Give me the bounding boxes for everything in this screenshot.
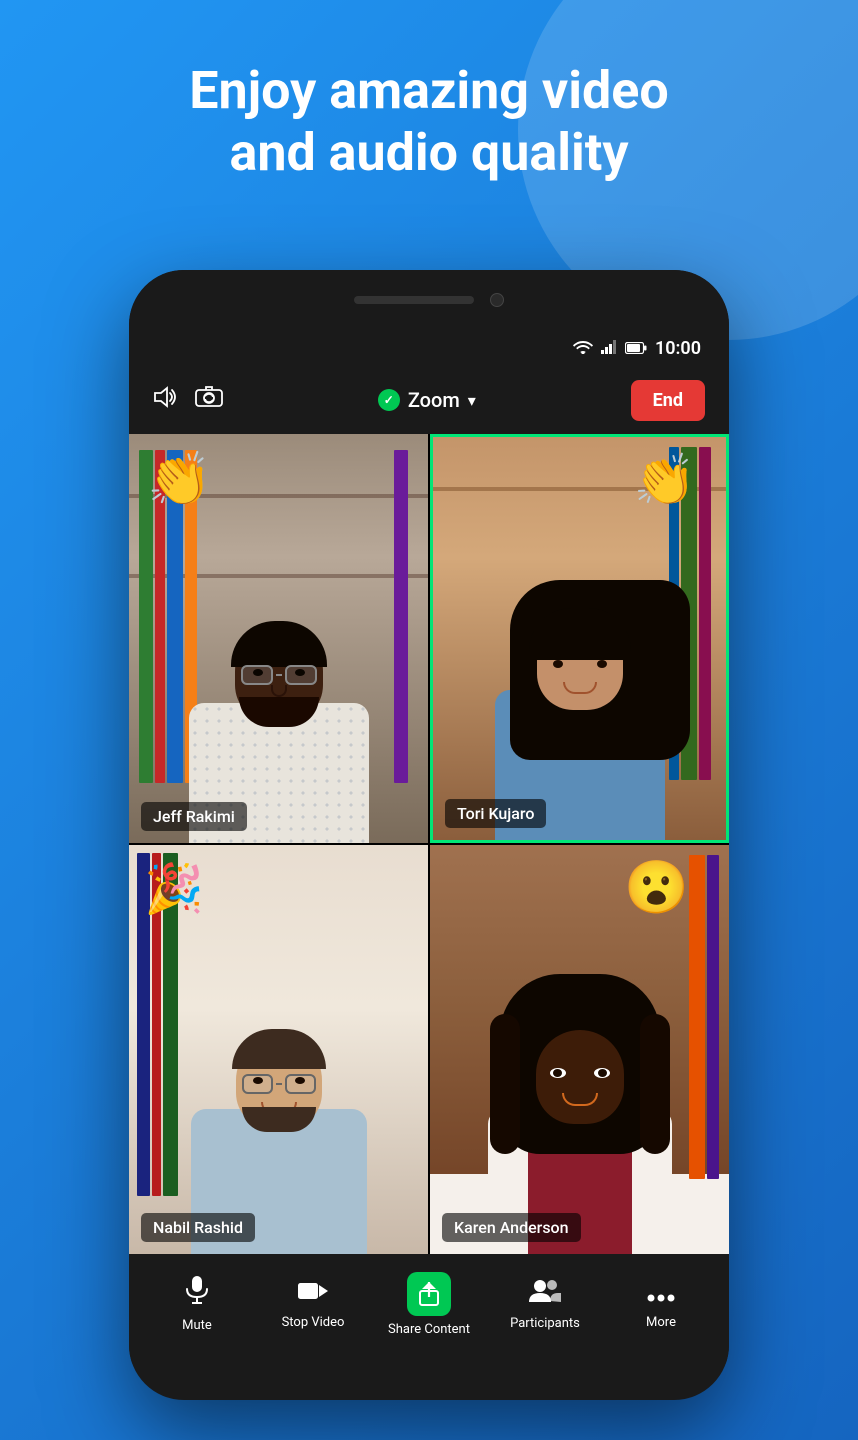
tori-emoji: 👏 <box>634 452 696 510</box>
person-tori <box>480 560 680 840</box>
mute-label: Mute <box>182 1318 212 1333</box>
phone-frame: 10:00 ✓ <box>129 270 729 1400</box>
zoom-shield-icon: ✓ <box>378 389 400 411</box>
tile-nabil: 🎉 Nabil Rashid <box>129 845 428 1254</box>
tori-name-badge: Tori Kujaro <box>445 799 546 828</box>
video-cell-nabil: 🎉 Nabil Rashid <box>129 845 428 1254</box>
karen-left-pupil <box>553 1069 562 1077</box>
hero-text: Enjoy amazing video and audio quality <box>0 60 858 185</box>
nav-stop-video[interactable]: Stop Video <box>255 1279 371 1330</box>
nav-participants[interactable]: Participants <box>487 1277 603 1331</box>
jeff-head <box>235 627 323 723</box>
jeff-right-eye <box>295 669 305 676</box>
jeff-left-eye <box>253 669 263 676</box>
karen-book-1 <box>707 855 719 1179</box>
karen-smile <box>562 1093 598 1106</box>
karen-right-pupil <box>598 1069 607 1077</box>
nav-share-content[interactable]: Share Content <box>371 1272 487 1337</box>
participants-label: Participants <box>510 1316 580 1331</box>
book-5 <box>394 450 408 783</box>
video-cell-karen: 😮 Karen Anderson <box>430 845 729 1254</box>
status-bar: 10:00 <box>129 330 729 366</box>
nabil-left-eye <box>253 1077 263 1084</box>
meeting-title[interactable]: ✓ Zoom ▾ <box>239 388 615 412</box>
nabil-right-eye <box>295 1077 305 1084</box>
jeff-bridge <box>276 674 282 676</box>
nabil-emoji: 🎉 <box>144 860 204 917</box>
karen-hair-left <box>490 1014 520 1154</box>
video-cell-tori: 👏 Tori Kujaro <box>430 434 729 843</box>
phone-camera <box>490 293 504 307</box>
karen-name-badge: Karen Anderson <box>442 1213 581 1242</box>
more-icon <box>647 1279 675 1309</box>
stop-video-label: Stop Video <box>282 1315 345 1330</box>
bottom-nav-bar: Mute Stop Video Share Content <box>129 1254 729 1364</box>
share-content-label: Share Content <box>388 1322 470 1337</box>
nav-mute[interactable]: Mute <box>139 1275 255 1333</box>
jeff-nose <box>271 685 287 697</box>
nabil-glasses <box>242 1074 316 1094</box>
karen-hair-right <box>640 1014 670 1154</box>
jeff-hair <box>231 621 327 667</box>
participants-icon <box>528 1277 562 1310</box>
phone-notch <box>129 270 729 330</box>
tori-left-eye <box>553 660 563 668</box>
tile-jeff: 👏 Jeff Rakimi <box>129 434 428 843</box>
more-label: More <box>646 1315 676 1330</box>
phone-speaker <box>354 296 474 304</box>
zoom-chevron-icon: ▾ <box>468 391 476 410</box>
karen-emoji: 😮 <box>624 857 689 918</box>
tile-tori: 👏 Tori Kujaro <box>433 437 726 840</box>
jeff-glasses <box>241 665 317 685</box>
tile-karen: 😮 Karen Anderson <box>430 845 729 1254</box>
video-icon <box>297 1279 329 1309</box>
end-button[interactable]: End <box>631 380 705 421</box>
status-time: 10:00 <box>655 338 701 359</box>
video-grid: 👏 Jeff Rakimi <box>129 434 729 1254</box>
nabil-name-badge: Nabil Rashid <box>141 1213 255 1242</box>
tori-smile <box>563 682 597 694</box>
video-cell-jeff: 👏 Jeff Rakimi <box>129 434 428 843</box>
tori-head <box>537 618 623 710</box>
share-icon-container <box>407 1272 451 1316</box>
nabil-hair <box>232 1029 326 1069</box>
karen-right-eye-white <box>594 1068 610 1078</box>
karen-book-2 <box>689 855 705 1179</box>
tori-book-1 <box>699 447 711 780</box>
karen-head <box>536 1030 624 1124</box>
karen-left-eye-white <box>550 1068 566 1078</box>
nav-more[interactable]: More <box>603 1279 719 1330</box>
jeff-name-badge: Jeff Rakimi <box>141 802 247 831</box>
speaker-icon[interactable] <box>153 386 179 414</box>
tori-right-eye <box>597 660 607 668</box>
wifi-icon <box>573 339 593 358</box>
meeting-toolbar: ✓ Zoom ▾ End <box>129 366 729 434</box>
nabil-bridge <box>276 1083 282 1085</box>
battery-icon <box>625 339 647 358</box>
zoom-label: Zoom <box>408 388 460 412</box>
jeff-emoji: 👏 <box>147 449 212 510</box>
signal-icon <box>601 339 617 358</box>
flip-camera-icon[interactable] <box>195 386 223 414</box>
mic-icon <box>184 1275 210 1312</box>
nabil-head <box>236 1037 322 1129</box>
